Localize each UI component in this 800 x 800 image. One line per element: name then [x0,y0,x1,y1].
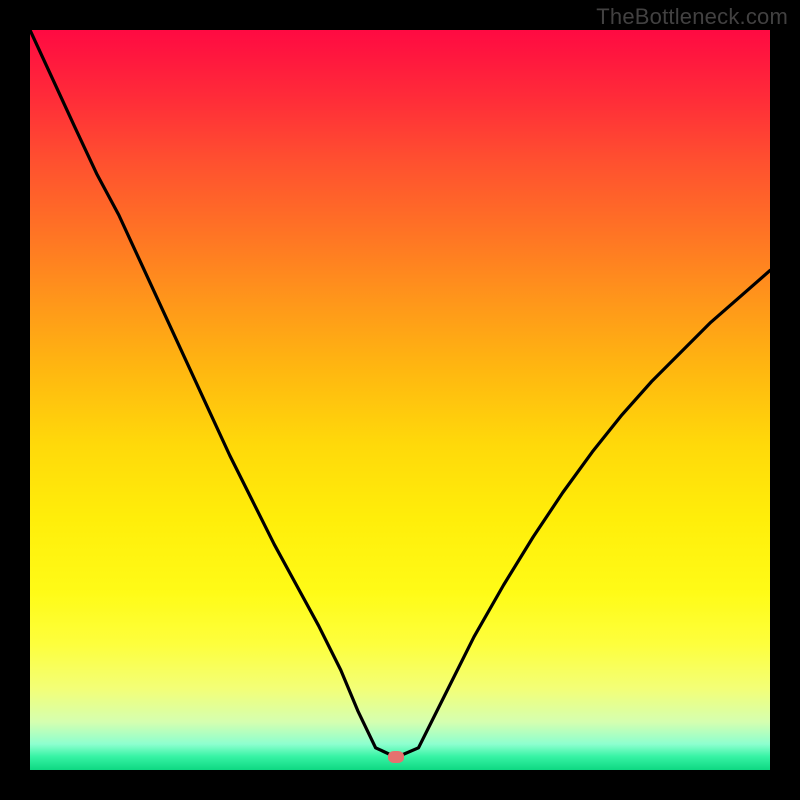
chart-frame: TheBottleneck.com [0,0,800,800]
watermark-text: TheBottleneck.com [596,4,788,30]
optimal-marker [388,751,404,763]
background-gradient [30,30,770,770]
plot-area [30,30,770,770]
